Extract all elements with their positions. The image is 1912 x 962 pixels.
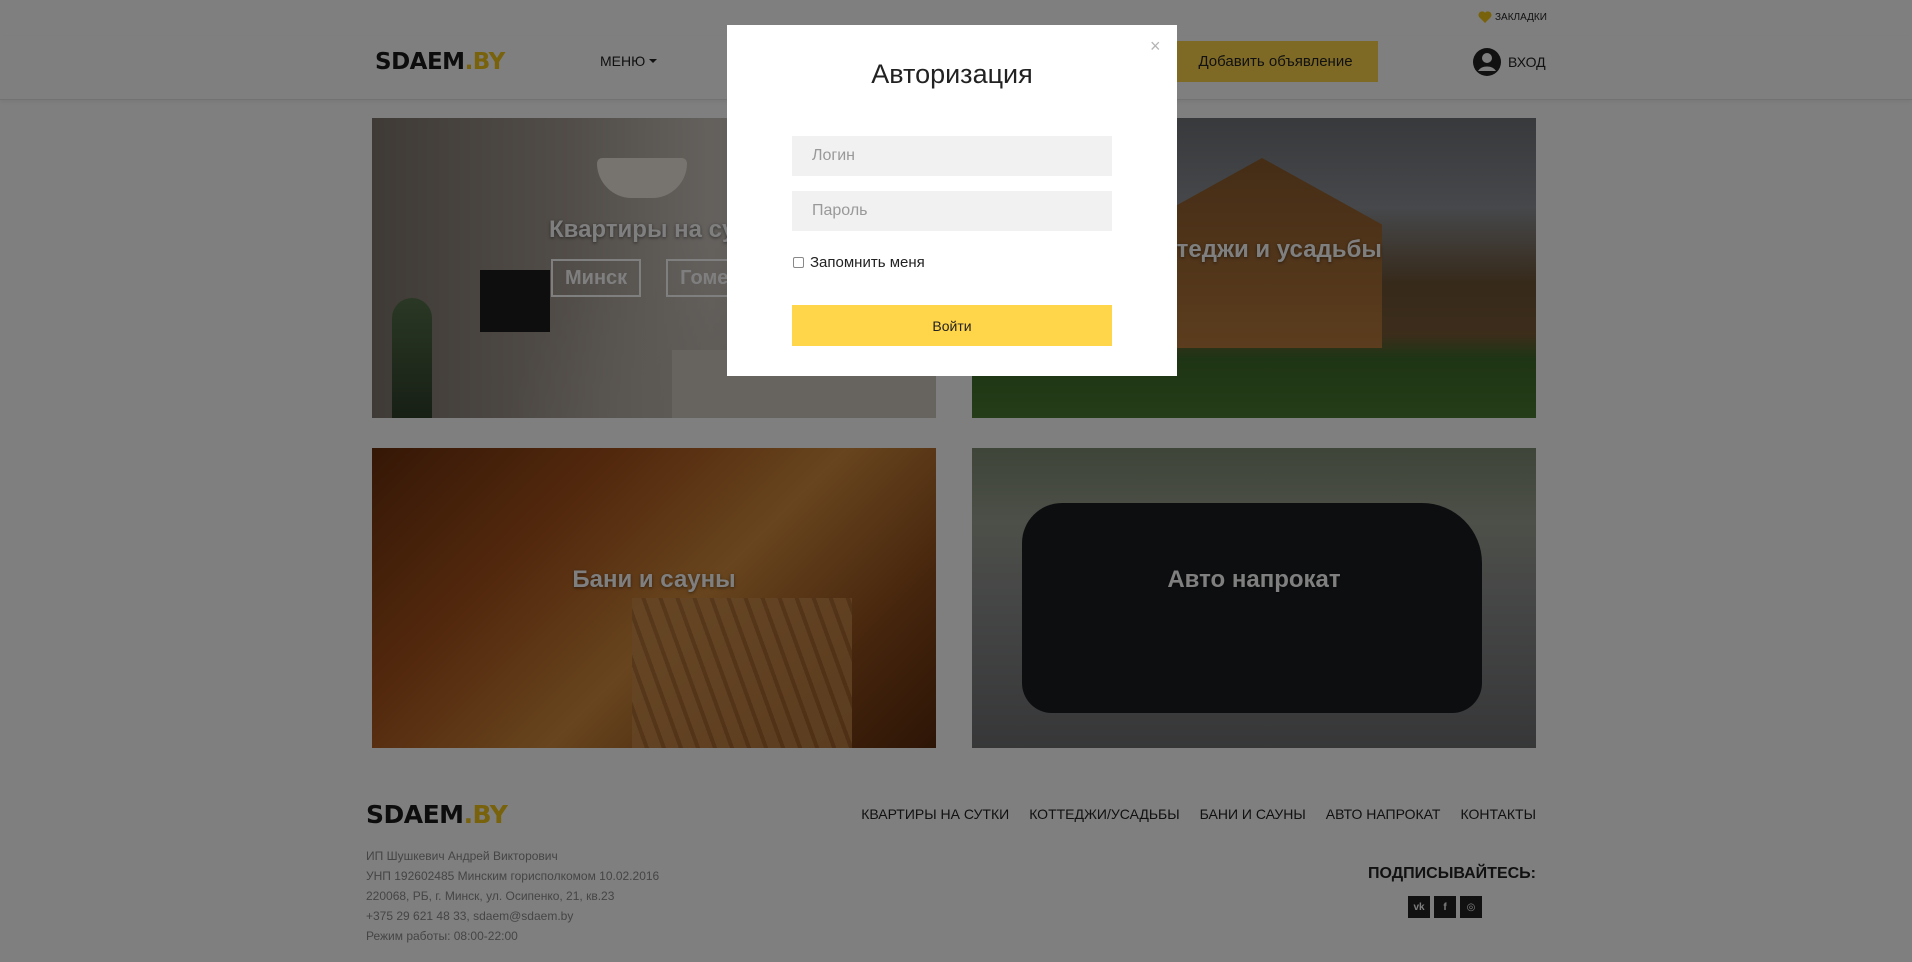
remember-checkbox[interactable] — [793, 257, 804, 268]
close-icon[interactable]: × — [1150, 37, 1161, 55]
auth-modal: Авторизация × Запомнить меня Войти — [727, 25, 1177, 376]
submit-button[interactable]: Войти — [792, 305, 1112, 346]
remember-me[interactable]: Запомнить меня — [793, 254, 925, 271]
login-input[interactable] — [792, 136, 1112, 176]
remember-label: Запомнить меня — [810, 254, 925, 271]
password-input[interactable] — [792, 191, 1112, 231]
modal-title: Авторизация — [871, 59, 1033, 89]
